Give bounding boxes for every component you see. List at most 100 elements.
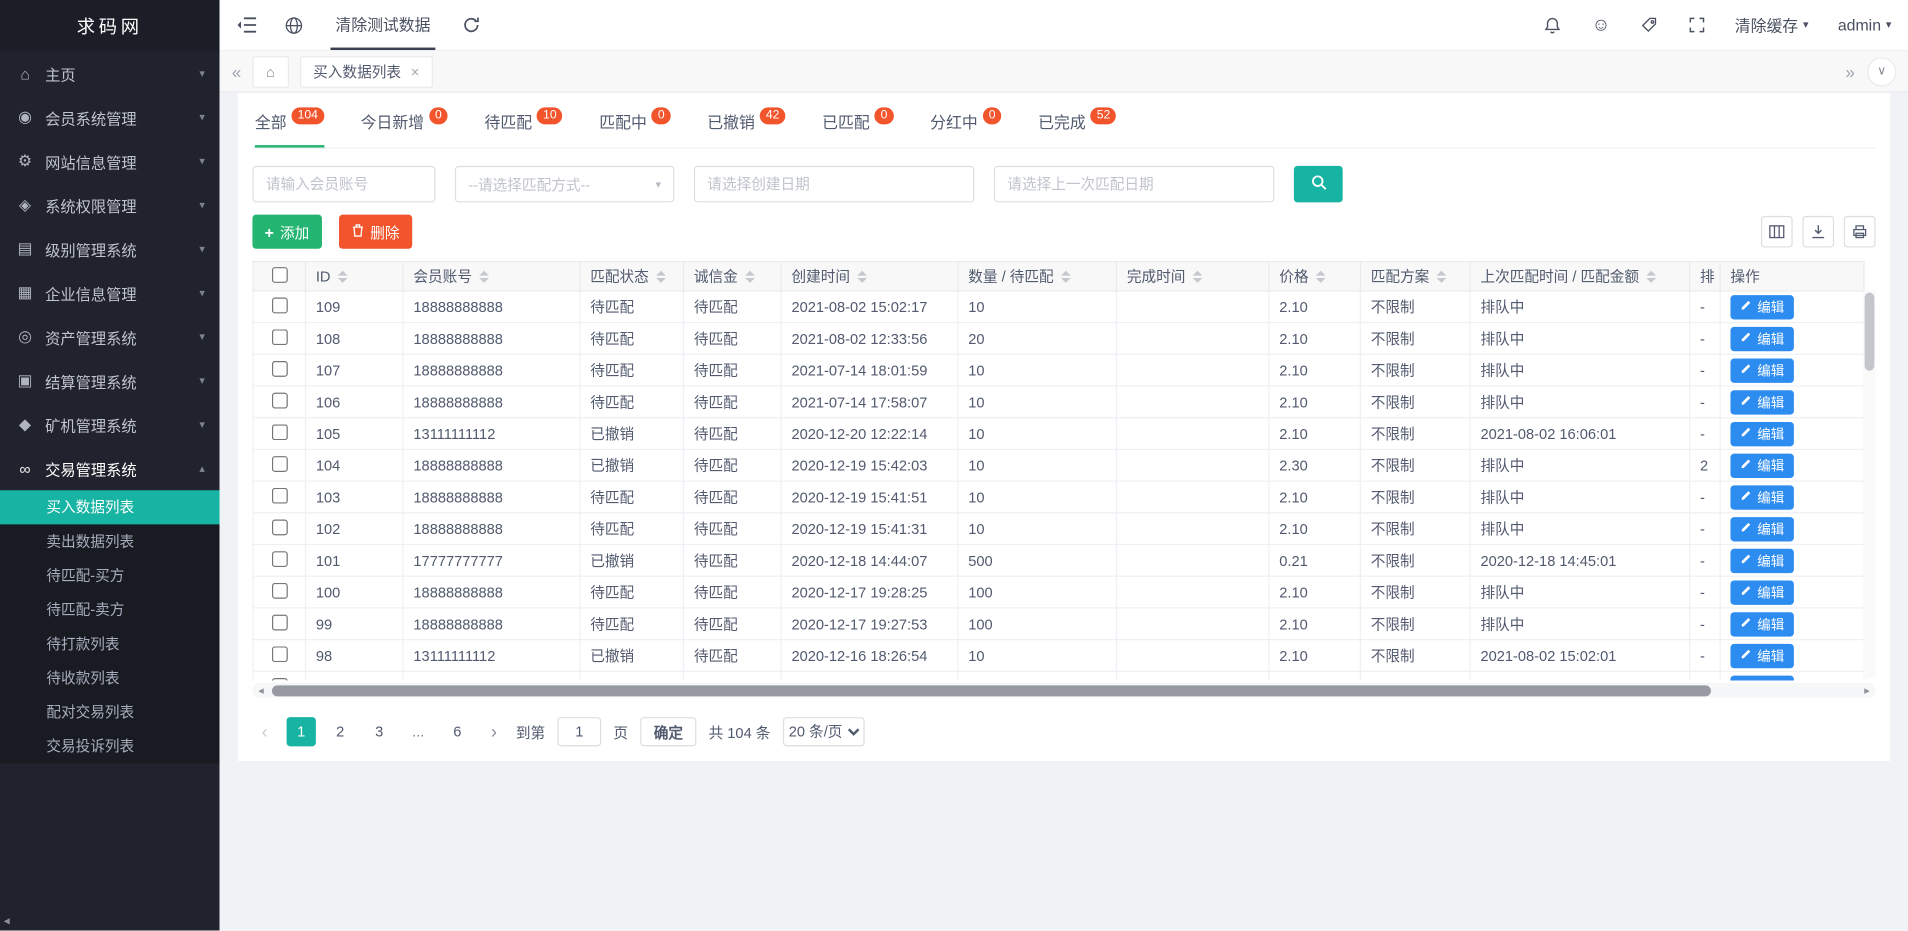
horizontal-scrollbar[interactable]: ◂ ▸ (252, 683, 1875, 698)
edit-button[interactable]: 编辑 (1730, 295, 1793, 319)
language-globe-icon[interactable] (284, 15, 304, 35)
sort-icon[interactable] (745, 270, 755, 282)
row-checkbox[interactable] (271, 392, 287, 408)
edit-button[interactable]: 编辑 (1730, 326, 1793, 350)
add-button[interactable]: + 添加 (252, 215, 321, 249)
sidebar-item-gear[interactable]: ⚙网站信息管理▾ (0, 139, 220, 183)
edit-button[interactable]: 编辑 (1730, 390, 1793, 414)
horizontal-scrollbar-thumb[interactable] (272, 685, 1711, 696)
delete-button[interactable]: 删除 (339, 215, 412, 249)
edit-button[interactable]: 编辑 (1730, 516, 1793, 540)
column-header[interactable]: ID (305, 262, 403, 291)
sort-icon[interactable] (1061, 270, 1071, 282)
prev-page-icon[interactable]: ‹ (255, 721, 275, 742)
sidebar-item-home[interactable]: ⌂主页▾ (0, 51, 220, 95)
filter-tab[interactable]: 待匹配10 (484, 110, 562, 148)
edit-button[interactable]: 编辑 (1730, 421, 1793, 445)
filter-tab[interactable]: 分红中0 (930, 110, 1001, 148)
edit-button[interactable]: 编辑 (1730, 580, 1793, 604)
edit-button[interactable]: 编辑 (1730, 612, 1793, 636)
filter-tab[interactable]: 已匹配0 (822, 110, 893, 148)
sidebar-item-trade[interactable]: ∞交易管理系统▴ (0, 446, 220, 490)
row-checkbox[interactable] (271, 614, 287, 630)
search-button[interactable] (1294, 166, 1343, 203)
column-header[interactable]: 会员账号 (403, 262, 580, 291)
sort-icon[interactable] (479, 270, 489, 282)
column-header[interactable]: 匹配方案 (1360, 262, 1470, 291)
page-button[interactable]: 2 (326, 717, 355, 746)
page-button[interactable]: 6 (443, 717, 472, 746)
print-icon[interactable] (1844, 216, 1876, 248)
edit-button[interactable]: 编辑 (1730, 358, 1793, 382)
tab-home[interactable]: ⌂ (252, 55, 289, 87)
row-checkbox[interactable] (271, 487, 287, 503)
page-button[interactable]: 3 (365, 717, 394, 746)
sidebar-subitem[interactable]: 交易投诉列表 (0, 729, 220, 763)
sidebar-subitem[interactable]: 待收款列表 (0, 661, 220, 695)
sidebar-item-shield[interactable]: ◈系统权限管理▾ (0, 183, 220, 227)
filter-tab[interactable]: 全部104 (255, 110, 324, 148)
sidebar-subitem[interactable]: 配对交易列表 (0, 695, 220, 729)
filter-tab[interactable]: 匹配中0 (599, 110, 670, 148)
sidebar-item-miner[interactable]: ◆矿机管理系统▾ (0, 402, 220, 446)
export-download-icon[interactable] (1802, 216, 1834, 248)
row-checkbox[interactable] (271, 455, 287, 471)
sidebar-subitem[interactable]: 待打款列表 (0, 627, 220, 661)
fullscreen-icon[interactable] (1687, 16, 1705, 34)
filter-tab[interactable]: 已完成52 (1038, 110, 1116, 148)
filter-tab[interactable]: 今日新增0 (361, 110, 448, 148)
match-type-select[interactable]: --请选择匹配方式-- ▾ (455, 166, 675, 203)
row-checkbox[interactable] (271, 329, 287, 345)
sidebar-item-building[interactable]: ▦企业信息管理▾ (0, 271, 220, 315)
vertical-scrollbar-thumb[interactable] (1865, 293, 1875, 371)
column-header[interactable]: 价格 (1269, 262, 1360, 291)
scroll-left-icon[interactable]: ◂ (252, 684, 269, 697)
tab-active[interactable]: 买入数据列表 × (300, 55, 433, 87)
next-page-icon[interactable]: › (484, 721, 504, 742)
sidebar-toggle-icon[interactable] (237, 16, 258, 34)
sidebar-item-settle[interactable]: ▣结算管理系统▾ (0, 359, 220, 403)
row-checkbox[interactable] (271, 677, 287, 680)
row-checkbox[interactable] (271, 297, 287, 313)
sort-icon[interactable] (1646, 270, 1656, 282)
sidebar-subitem[interactable]: 待匹配-买方 (0, 559, 220, 593)
row-checkbox[interactable] (271, 646, 287, 662)
refresh-icon[interactable] (462, 16, 480, 34)
column-header[interactable]: 创建时间 (781, 262, 958, 291)
sort-icon[interactable] (1437, 270, 1447, 282)
sort-icon[interactable] (857, 270, 867, 282)
confirm-button[interactable]: 确定 (640, 717, 696, 746)
sidebar-item-asset[interactable]: ◎资产管理系统▾ (0, 315, 220, 359)
tag-icon[interactable] (1640, 16, 1658, 34)
tabs-scroll-right-icon[interactable]: » (1845, 62, 1855, 82)
sidebar-subitem[interactable]: 待匹配-卖方 (0, 593, 220, 627)
edit-button[interactable]: 编辑 (1730, 643, 1793, 667)
column-header[interactable]: 完成时间 (1116, 262, 1268, 291)
row-checkbox[interactable] (271, 360, 287, 376)
notifications-bell-icon[interactable] (1543, 15, 1563, 35)
page-button[interactable]: 1 (287, 717, 316, 746)
sidebar-item-level[interactable]: ▤级别管理系统▾ (0, 227, 220, 271)
sort-icon[interactable] (1316, 270, 1326, 282)
account-input[interactable] (252, 166, 435, 203)
column-header[interactable]: 数量 / 待匹配 (958, 262, 1117, 291)
row-checkbox[interactable] (271, 424, 287, 440)
tabs-menu-icon[interactable]: ∨ (1867, 57, 1896, 86)
clear-test-data-button[interactable]: 清除测试数据 (330, 0, 435, 50)
filter-tab[interactable]: 已撤销42 (707, 110, 785, 148)
edit-button[interactable]: 编辑 (1730, 453, 1793, 477)
sidebar-subitem[interactable]: 卖出数据列表 (0, 524, 220, 558)
edit-button[interactable]: 编辑 (1730, 485, 1793, 509)
vertical-scrollbar[interactable] (1863, 290, 1875, 678)
row-checkbox[interactable] (271, 551, 287, 567)
user-menu[interactable]: admin ▾ (1838, 16, 1892, 34)
edit-button[interactable]: 编辑 (1730, 675, 1793, 680)
sort-icon[interactable] (656, 270, 666, 282)
scroll-right-icon[interactable]: ▸ (1859, 684, 1876, 697)
create-date-input[interactable] (694, 166, 974, 203)
row-checkbox[interactable] (271, 582, 287, 598)
edit-button[interactable]: 编辑 (1730, 548, 1793, 572)
face-icon[interactable]: ☺ (1592, 15, 1611, 36)
sort-icon[interactable] (1193, 270, 1203, 282)
row-checkbox[interactable] (271, 519, 287, 535)
